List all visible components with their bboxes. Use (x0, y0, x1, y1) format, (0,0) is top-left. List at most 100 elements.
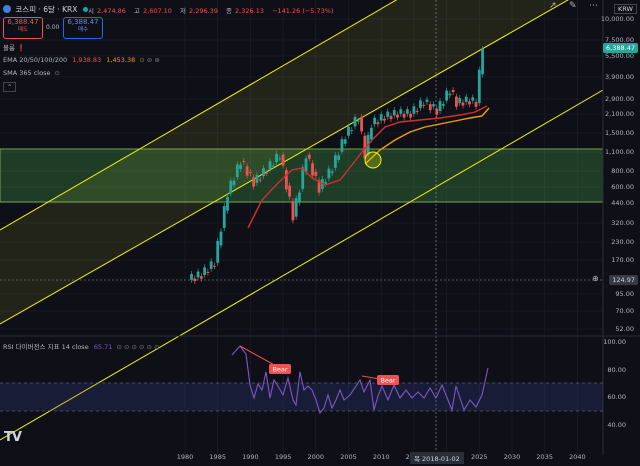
time-tick-label: 2025 (471, 453, 488, 461)
symbol-header: 코스피 · 6달 · KRX (3, 4, 88, 15)
candle-body (298, 192, 301, 203)
candle-body (448, 93, 452, 96)
time-tick-label: 2035 (536, 453, 553, 461)
candle-body (432, 104, 435, 107)
candle-body (428, 104, 432, 111)
visibility-icon[interactable]: ⊙ (55, 69, 60, 77)
candle-body (216, 240, 220, 263)
candle-body (471, 97, 475, 101)
candle-body (415, 110, 419, 112)
price-tick-label: 1,100.00 (605, 148, 634, 156)
price-tick-label: 230.00 (611, 238, 634, 246)
price-axis-ticks: 10,000.007,500.005,500.003,900.002,900.0… (601, 15, 634, 333)
time-tick-label: 2000 (308, 453, 325, 461)
rsi-tick-label: 60.00 (607, 393, 626, 401)
candle-body (294, 198, 298, 217)
candle-body (353, 117, 357, 127)
price-chart-canvas[interactable]: Bear Bear 10,000.007,500.005,500.003,900… (0, 0, 640, 466)
bear-label-1: Bear (272, 366, 287, 374)
price-tick-label: 2,100.00 (605, 110, 634, 118)
price-tick-label: 3,900.00 (605, 73, 634, 81)
rsi-indicator[interactable]: RSI 다이버전스 지표 14 close 65.71 ⊙ ⊙ ⊙ ⊙ ⊙ ⊙ (3, 341, 159, 351)
candle-body (392, 110, 396, 116)
change-readout: −141.26 (−5.73%) (272, 7, 334, 15)
candle-body (409, 113, 413, 118)
price-tick-label: 5,500.00 (605, 52, 634, 60)
candle-body (265, 172, 269, 174)
time-axis-ticks: 1980198519901995200020052010201520202025… (177, 453, 586, 461)
volume-indicator[interactable]: 볼륨 ❗ (3, 42, 25, 52)
last-price-tag: 6,388.47 (603, 43, 638, 53)
candle-body (474, 101, 478, 107)
rsi-tick-label: 80.00 (607, 366, 626, 374)
candle-body (304, 158, 308, 172)
candle-body (389, 116, 393, 120)
time-tick-label: 2005 (340, 453, 357, 461)
candle-body (190, 273, 193, 280)
candle-body (441, 104, 445, 106)
draw-tool-icon[interactable]: ✎ (569, 1, 577, 11)
candle-body (455, 96, 458, 107)
time-tick-label: 2010 (373, 453, 390, 461)
rsi-axis-ticks: 100.00 80.00 60.00 40.00 (603, 338, 626, 429)
ema-indicator[interactable]: EMA 20/50/100/200 1,938.83 1,453.38 ⊙ ⊘ … (3, 56, 160, 64)
candle-body (360, 116, 363, 132)
candle-body (239, 164, 242, 170)
rsi-tick-label: 100.00 (603, 338, 626, 346)
spread-value: 0.00 (46, 24, 60, 31)
rsi-tick-label: 40.00 (607, 421, 626, 429)
price-tick-label: 10,000.00 (601, 15, 634, 23)
candle-body (324, 182, 328, 184)
candle-body (369, 127, 373, 140)
candle-body (311, 163, 314, 176)
candle-body (396, 114, 399, 118)
sell-button[interactable]: 6,388.47 매도 (3, 17, 43, 39)
time-tick-label: 2030 (504, 453, 521, 461)
candle-body (258, 179, 262, 181)
alert-icon: ❗ (16, 44, 26, 52)
currency-selector[interactable]: KRW (614, 4, 637, 14)
kospi-logo-icon (3, 5, 11, 13)
candle-body (422, 104, 426, 106)
candle-body (203, 267, 207, 275)
cursor-tool-icon[interactable]: ↗ (549, 1, 557, 11)
price-tick-label: 170.00 (611, 256, 634, 264)
candle-body (343, 139, 347, 144)
time-tick-label: 2040 (569, 453, 586, 461)
candle-body (222, 206, 226, 229)
candle-body (458, 97, 462, 104)
candle-body (402, 113, 406, 118)
price-tick-label: 320.00 (611, 219, 634, 227)
candle-body (383, 118, 386, 121)
candle-body (464, 96, 468, 102)
candle-body (373, 117, 377, 125)
candle-body (445, 90, 448, 101)
rsi-settings-icon[interactable]: ⊙ ⊙ ⊙ ⊙ ⊙ ⊙ (116, 343, 159, 351)
symbol-title[interactable]: 코스피 · 6달 · KRX (15, 5, 77, 14)
sma-indicator[interactable]: SMA 365 close ⊙ (3, 69, 60, 77)
candle-body (275, 153, 278, 163)
candle-body (271, 165, 275, 167)
candle-body (242, 160, 246, 162)
buy-button[interactable]: 6,388.47 매수 (63, 17, 103, 39)
candle-body (213, 265, 216, 267)
more-tools-icon[interactable]: ⋯ (589, 1, 598, 11)
candle-body (405, 109, 409, 114)
chevron-up-icon: ⌃ (7, 83, 13, 91)
settings-icon[interactable]: ⊙ ⊘ ⊛ (139, 56, 159, 64)
crosshair-price-tag: 124.97 (609, 275, 638, 285)
candle-body (307, 154, 311, 159)
candle-body (314, 171, 318, 176)
price-tick-label: 70.00 (615, 307, 634, 315)
candle-body (232, 180, 236, 186)
price-tick-label: 95.00 (615, 290, 634, 298)
rsi-band (0, 383, 603, 411)
ohlc-readout: 시 2,474.86 고 2,607.10 저 2,296.39 종 2,326.13 … (88, 7, 334, 15)
candle-body (281, 154, 285, 166)
collapse-indicators-button[interactable]: ⌃ (3, 82, 17, 92)
candle-body (477, 69, 481, 104)
candle-body (419, 100, 422, 108)
candle-body (399, 109, 403, 114)
time-tick-label: 1985 (209, 453, 226, 461)
add-alert-icon[interactable]: ⊕ (592, 274, 599, 283)
